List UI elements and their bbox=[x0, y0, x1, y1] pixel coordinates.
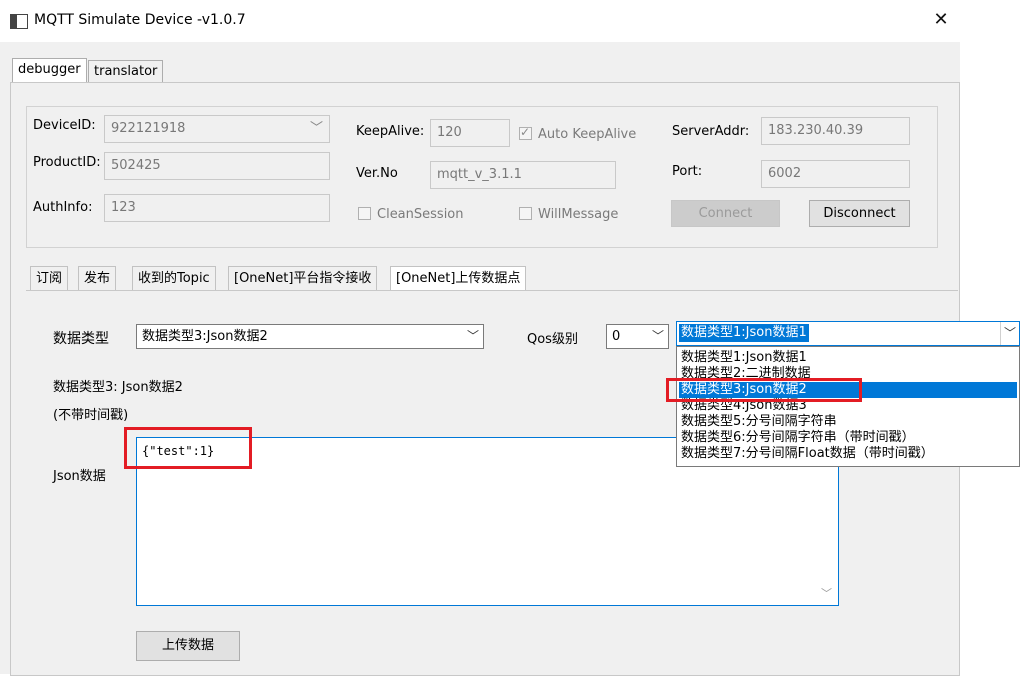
ver-no-field[interactable]: mqtt_v_3.1.1 bbox=[430, 161, 616, 189]
port-label: Port: bbox=[672, 164, 703, 179]
ver-no-label: Ver.No bbox=[356, 166, 398, 181]
close-icon[interactable]: ✕ bbox=[930, 8, 952, 32]
chevron-down-icon[interactable]: ﹀ bbox=[1000, 322, 1019, 345]
upload-button[interactable]: 上传数据 bbox=[136, 631, 240, 661]
port-field[interactable]: 6002 bbox=[761, 160, 910, 188]
tab-onenet-upload[interactable]: [OneNet]上传数据点 bbox=[390, 266, 527, 293]
title-bar: MQTT Simulate Device -v1.0.7 ✕ bbox=[0, 0, 960, 42]
dropdown-option[interactable]: 数据类型1:Json数据1 bbox=[679, 350, 1017, 366]
data-type-label: 数据类型 bbox=[53, 331, 109, 347]
connect-button[interactable]: Connect bbox=[671, 200, 780, 227]
qos-label: Qos级别 bbox=[527, 332, 578, 347]
dropdown-option[interactable]: 数据类型7:分号间隔Float数据（带时间戳） bbox=[679, 446, 1017, 462]
chevron-down-icon: ﹀ bbox=[309, 121, 323, 136]
data-type-select[interactable]: 数据类型3:Json数据2 ﹀ bbox=[136, 324, 484, 349]
scroll-down-icon[interactable]: ﹀ bbox=[821, 585, 832, 601]
window-title: MQTT Simulate Device -v1.0.7 bbox=[34, 12, 246, 28]
dropdown-head[interactable]: 数据类型1:Json数据1 ﹀ bbox=[676, 321, 1020, 346]
dropdown-option[interactable]: 数据类型5:分号间隔字符串 bbox=[679, 414, 1017, 430]
clean-session-label: CleanSession bbox=[377, 207, 464, 222]
server-addr-field[interactable]: 183.230.40.39 bbox=[761, 117, 910, 145]
dropdown-current-value: 数据类型1:Json数据1 bbox=[679, 324, 809, 342]
device-id-value: 922121918 bbox=[111, 121, 186, 136]
option-highlight-box bbox=[666, 378, 862, 402]
qos-value: 0 bbox=[612, 329, 621, 344]
data-type-value: 数据类型3:Json数据2 bbox=[142, 329, 268, 344]
server-addr-label: ServerAddr: bbox=[672, 124, 750, 139]
auto-keepalive-checkbox[interactable] bbox=[519, 125, 532, 140]
json-highlight-box bbox=[124, 427, 252, 469]
will-message-label: WillMessage bbox=[538, 207, 619, 222]
disconnect-button[interactable]: Disconnect bbox=[809, 200, 910, 227]
tab-received-topic[interactable]: 收到的Topic bbox=[132, 266, 216, 292]
keepalive-field[interactable]: 120 bbox=[430, 119, 510, 147]
auto-keepalive-label: Auto KeepAlive bbox=[538, 127, 637, 142]
timestamp-note: (不带时间戳) bbox=[53, 408, 129, 423]
keepalive-label: KeepAlive: bbox=[356, 124, 425, 139]
chevron-down-icon: ﹀ bbox=[651, 329, 664, 343]
qos-select[interactable]: 0 ﹀ bbox=[606, 324, 669, 349]
tab-debugger[interactable]: debugger bbox=[12, 58, 87, 84]
will-message-checkbox[interactable] bbox=[519, 207, 532, 220]
tab-publish[interactable]: 发布 bbox=[78, 266, 117, 292]
data-type-desc: 数据类型3: Json数据2 bbox=[53, 380, 183, 395]
tab-translator[interactable]: translator bbox=[88, 60, 164, 83]
tab-onenet-command[interactable]: [OneNet]平台指令接收 bbox=[228, 266, 378, 292]
auth-info-label: AuthInfo: bbox=[33, 200, 93, 215]
device-id-combo[interactable]: 922121918 ﹀ bbox=[104, 115, 330, 143]
dropdown-list: 数据类型1:Json数据1 数据类型2:二进制数据 数据类型3:Json数据2 … bbox=[676, 346, 1020, 467]
json-label: Json数据 bbox=[53, 469, 106, 484]
product-id-label: ProductID: bbox=[33, 155, 101, 170]
device-id-label: DeviceID: bbox=[33, 118, 96, 133]
product-id-field[interactable]: 502425 bbox=[104, 152, 330, 180]
app-icon bbox=[10, 14, 28, 29]
clean-session-checkbox[interactable] bbox=[358, 207, 371, 220]
tab-subscribe[interactable]: 订阅 bbox=[30, 266, 69, 292]
auth-info-field[interactable]: 123 bbox=[104, 194, 330, 222]
dropdown-option[interactable]: 数据类型6:分号间隔字符串（带时间戳） bbox=[679, 430, 1017, 446]
chevron-down-icon: ﹀ bbox=[466, 329, 479, 343]
